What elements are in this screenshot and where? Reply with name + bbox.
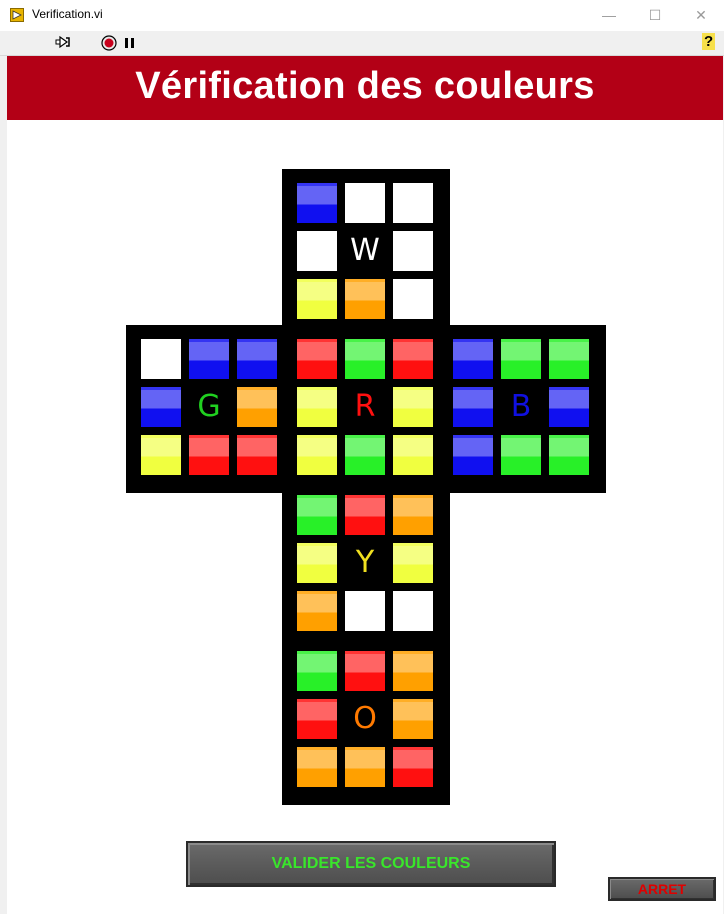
sticker-tile-blue[interactable] — [453, 339, 493, 379]
sticker-tile-blue[interactable] — [453, 387, 493, 427]
sticker-tile-yellow[interactable] — [345, 495, 385, 535]
face-center-label-blue: B — [510, 389, 532, 424]
sticker-tile-red[interactable] — [393, 435, 433, 475]
sticker-tile-blue[interactable] — [501, 435, 541, 475]
window-title: Verification.vi — [32, 7, 103, 21]
sticker-tile-red[interactable] — [393, 339, 433, 379]
sticker-tile-orange[interactable] — [393, 651, 433, 691]
sticker-tile-blue[interactable] — [501, 339, 541, 379]
window-title-bar: Verification.vi — ☐ ✕ — [0, 0, 724, 31]
sticker-tile-yellow[interactable] — [297, 495, 337, 535]
sticker-tile-orange[interactable] — [297, 747, 337, 787]
sticker-tile-orange[interactable] — [393, 747, 433, 787]
toolbar: ? — [0, 31, 724, 56]
minimize-button[interactable]: — — [586, 0, 632, 31]
sticker-tile-yellow[interactable] — [393, 495, 433, 535]
face-center-label-green: G — [197, 389, 221, 424]
sticker-tile-red[interactable] — [345, 339, 385, 379]
pause-icon[interactable] — [124, 36, 136, 54]
sticker-tile-white[interactable] — [393, 231, 433, 271]
face-center-label-red: R — [354, 389, 376, 424]
sticker-tile-white[interactable] — [345, 183, 385, 223]
maximize-button[interactable]: ☐ — [632, 0, 678, 31]
labview-vi-icon — [10, 8, 24, 22]
close-button[interactable]: ✕ — [678, 0, 724, 31]
sticker-tile-white[interactable] — [297, 279, 337, 319]
sticker-tile-yellow[interactable] — [297, 543, 337, 583]
sticker-tile-yellow[interactable] — [393, 591, 433, 631]
sticker-tile-yellow[interactable] — [297, 591, 337, 631]
sticker-tile-white[interactable] — [345, 279, 385, 319]
sticker-tile-red[interactable] — [297, 339, 337, 379]
sticker-tile-green[interactable] — [189, 339, 229, 379]
front-panel: Vérification des couleurs W G R B Y O VALIDER… — [7, 56, 723, 914]
stop-button[interactable]: ARRET — [608, 877, 716, 901]
header-banner: Vérification des couleurs — [7, 56, 723, 120]
sticker-tile-orange[interactable] — [297, 651, 337, 691]
sticker-tile-red[interactable] — [345, 435, 385, 475]
sticker-tile-white[interactable] — [297, 231, 337, 271]
sticker-tile-blue[interactable] — [453, 435, 493, 475]
sticker-tile-green[interactable] — [237, 387, 277, 427]
sticker-tile-green[interactable] — [189, 435, 229, 475]
sticker-tile-orange[interactable] — [345, 747, 385, 787]
sticker-tile-blue[interactable] — [549, 387, 589, 427]
panel-frame — [0, 56, 7, 914]
validate-colors-button[interactable]: VALIDER LES COULEURS — [186, 841, 556, 887]
sticker-tile-green[interactable] — [141, 435, 181, 475]
face-center-label-yellow: Y — [355, 545, 375, 580]
page-title: Vérification des couleurs — [135, 65, 595, 107]
sticker-tile-yellow[interactable] — [393, 543, 433, 583]
sticker-tile-red[interactable] — [393, 387, 433, 427]
sticker-tile-white[interactable] — [393, 279, 433, 319]
sticker-tile-red[interactable] — [297, 387, 337, 427]
run-arrow-icon[interactable] — [55, 35, 73, 54]
sticker-tile-orange[interactable] — [345, 651, 385, 691]
sticker-tile-blue[interactable] — [549, 435, 589, 475]
sticker-tile-green[interactable] — [237, 339, 277, 379]
sticker-tile-green[interactable] — [141, 387, 181, 427]
sticker-tile-red[interactable] — [297, 435, 337, 475]
sticker-tile-green[interactable] — [237, 435, 277, 475]
abort-execution-icon[interactable] — [101, 35, 117, 56]
face-center-label-orange: O — [353, 701, 377, 736]
sticker-tile-orange[interactable] — [297, 699, 337, 739]
sticker-tile-white[interactable] — [393, 183, 433, 223]
face-center-label-white: W — [350, 233, 380, 268]
sticker-tile-white[interactable] — [297, 183, 337, 223]
context-help-icon[interactable]: ? — [702, 33, 716, 50]
sticker-tile-blue[interactable] — [549, 339, 589, 379]
sticker-tile-green[interactable] — [141, 339, 181, 379]
sticker-tile-yellow[interactable] — [345, 591, 385, 631]
sticker-tile-orange[interactable] — [393, 699, 433, 739]
